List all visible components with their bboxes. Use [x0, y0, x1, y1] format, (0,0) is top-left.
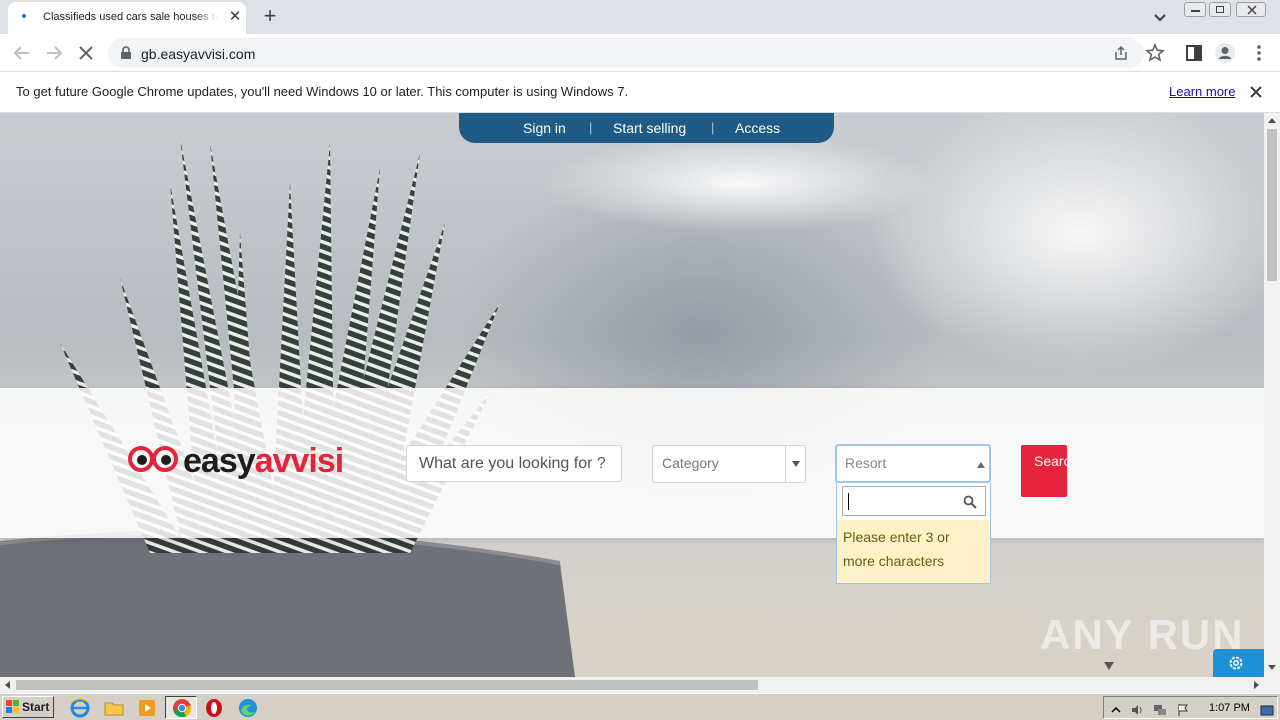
category-select[interactable]: Category: [652, 445, 806, 483]
profile-avatar-icon[interactable]: [1214, 42, 1236, 64]
side-panel-icon[interactable]: [1183, 42, 1205, 64]
scroll-left-icon[interactable]: [5, 681, 10, 689]
gear-icon: [1229, 656, 1243, 670]
media-player-icon[interactable]: [136, 697, 158, 719]
window-close-button[interactable]: [1236, 2, 1266, 17]
resort-select-value: Resort: [845, 455, 887, 471]
update-infobar: To get future Google Chrome updates, you…: [0, 72, 1280, 113]
nav-separator: |: [711, 120, 715, 135]
opera-icon[interactable]: [203, 697, 225, 719]
lock-icon[interactable]: [120, 46, 132, 60]
top-nav: Sign in | Start selling | Access: [459, 113, 834, 143]
scroll-up-icon[interactable]: [1268, 118, 1276, 123]
tab-strip: Classifieds used cars sale houses rent ✕…: [0, 0, 1280, 34]
new-tab-button[interactable]: +: [258, 5, 282, 29]
restore-button[interactable]: [1209, 2, 1231, 17]
address-bar[interactable]: gb.easyavvisi.com: [108, 38, 1144, 68]
windows-taskbar: Start 1:07 PM: [0, 693, 1280, 720]
loading-favicon-icon: [22, 14, 26, 18]
show-desktop-icon[interactable]: [1260, 703, 1274, 717]
search-button[interactable]: Search for: [1021, 445, 1067, 497]
logo-wordmark: easyavvisi: [183, 442, 345, 481]
category-select-value: Category: [662, 455, 719, 471]
logo-eyes-icon: [128, 446, 178, 472]
browser-tab[interactable]: Classifieds used cars sale houses rent ✕: [8, 2, 246, 34]
nav-separator: |: [589, 120, 593, 135]
scroll-down-arrow-icon[interactable]: [1104, 662, 1114, 670]
taskbar-clock[interactable]: 1:07 PM: [1209, 702, 1250, 714]
tab-search-chevron-icon[interactable]: [1150, 7, 1170, 27]
resort-select[interactable]: Resort: [835, 444, 991, 483]
logo-avvisi: avvisi: [254, 442, 345, 480]
scroll-down-icon[interactable]: [1268, 665, 1276, 670]
horizontal-scroll-thumb[interactable]: [16, 680, 758, 690]
folder-icon[interactable]: [103, 697, 125, 719]
action-center-flag-icon[interactable]: [1176, 703, 1190, 717]
category-dropdown-toggle[interactable]: [785, 446, 806, 482]
chrome-icon: [173, 699, 192, 718]
search-icon: [963, 495, 977, 509]
tray-expand-icon[interactable]: [1109, 703, 1123, 717]
share-icon[interactable]: [1113, 45, 1129, 61]
internet-explorer-icon[interactable]: [69, 697, 91, 719]
resort-min-chars-message: Please enter 3 or more characters: [837, 520, 990, 583]
chevron-down-icon: [792, 461, 800, 467]
menu-kebab-icon[interactable]: [1248, 42, 1270, 64]
edge-icon[interactable]: [237, 697, 259, 719]
text-caret: [848, 493, 849, 510]
system-tray: 1:07 PM: [1103, 696, 1278, 719]
forward-icon[interactable]: [43, 42, 65, 64]
scroll-right-icon[interactable]: [1254, 681, 1259, 689]
network-icon[interactable]: [1153, 703, 1167, 717]
search-band: easyavvisi What are you looking for ? Ca…: [0, 388, 1264, 584]
logo-easy: easy: [183, 442, 256, 480]
resort-dropdown: Please enter 3 or more characters: [836, 483, 991, 584]
nav-access[interactable]: Access: [735, 120, 780, 136]
infobar-message: To get future Google Chrome updates, you…: [16, 84, 629, 99]
nav-sign-in[interactable]: Sign in: [523, 120, 566, 136]
chrome-taskbar-button[interactable]: [165, 696, 197, 719]
tab-close-icon[interactable]: ✕: [226, 8, 244, 26]
windows-logo-icon: [6, 700, 19, 713]
vertical-scroll-thumb[interactable]: [1267, 129, 1277, 281]
stop-loading-icon[interactable]: [75, 42, 97, 64]
infobar-close-icon[interactable]: [1246, 82, 1266, 102]
back-icon[interactable]: [11, 42, 33, 64]
chevron-up-icon: [977, 462, 985, 468]
scroll-corner: [1264, 677, 1280, 693]
horizontal-scrollbar[interactable]: [0, 677, 1264, 693]
learn-more-link[interactable]: Learn more: [1169, 84, 1235, 99]
start-label: Start: [22, 700, 50, 714]
settings-button[interactable]: [1213, 649, 1264, 677]
tab-title: Classifieds used cars sale houses rent: [43, 11, 218, 23]
bookmark-star-icon[interactable]: [1144, 42, 1166, 64]
minimize-button[interactable]: [1184, 2, 1206, 17]
browser-toolbar: gb.easyavvisi.com: [0, 34, 1280, 72]
resort-search-input[interactable]: [842, 486, 986, 516]
start-button[interactable]: Start: [2, 696, 54, 718]
easyavvisi-logo[interactable]: easyavvisi: [127, 442, 367, 484]
vertical-scrollbar[interactable]: [1264, 113, 1280, 677]
nav-start-selling[interactable]: Start selling: [613, 120, 686, 136]
search-input[interactable]: What are you looking for ?: [406, 445, 622, 482]
page-viewport: Sign in | Start selling | Access easyavv…: [0, 113, 1264, 677]
url-text: gb.easyavvisi.com: [141, 46, 256, 62]
volume-icon[interactable]: [1130, 703, 1144, 717]
